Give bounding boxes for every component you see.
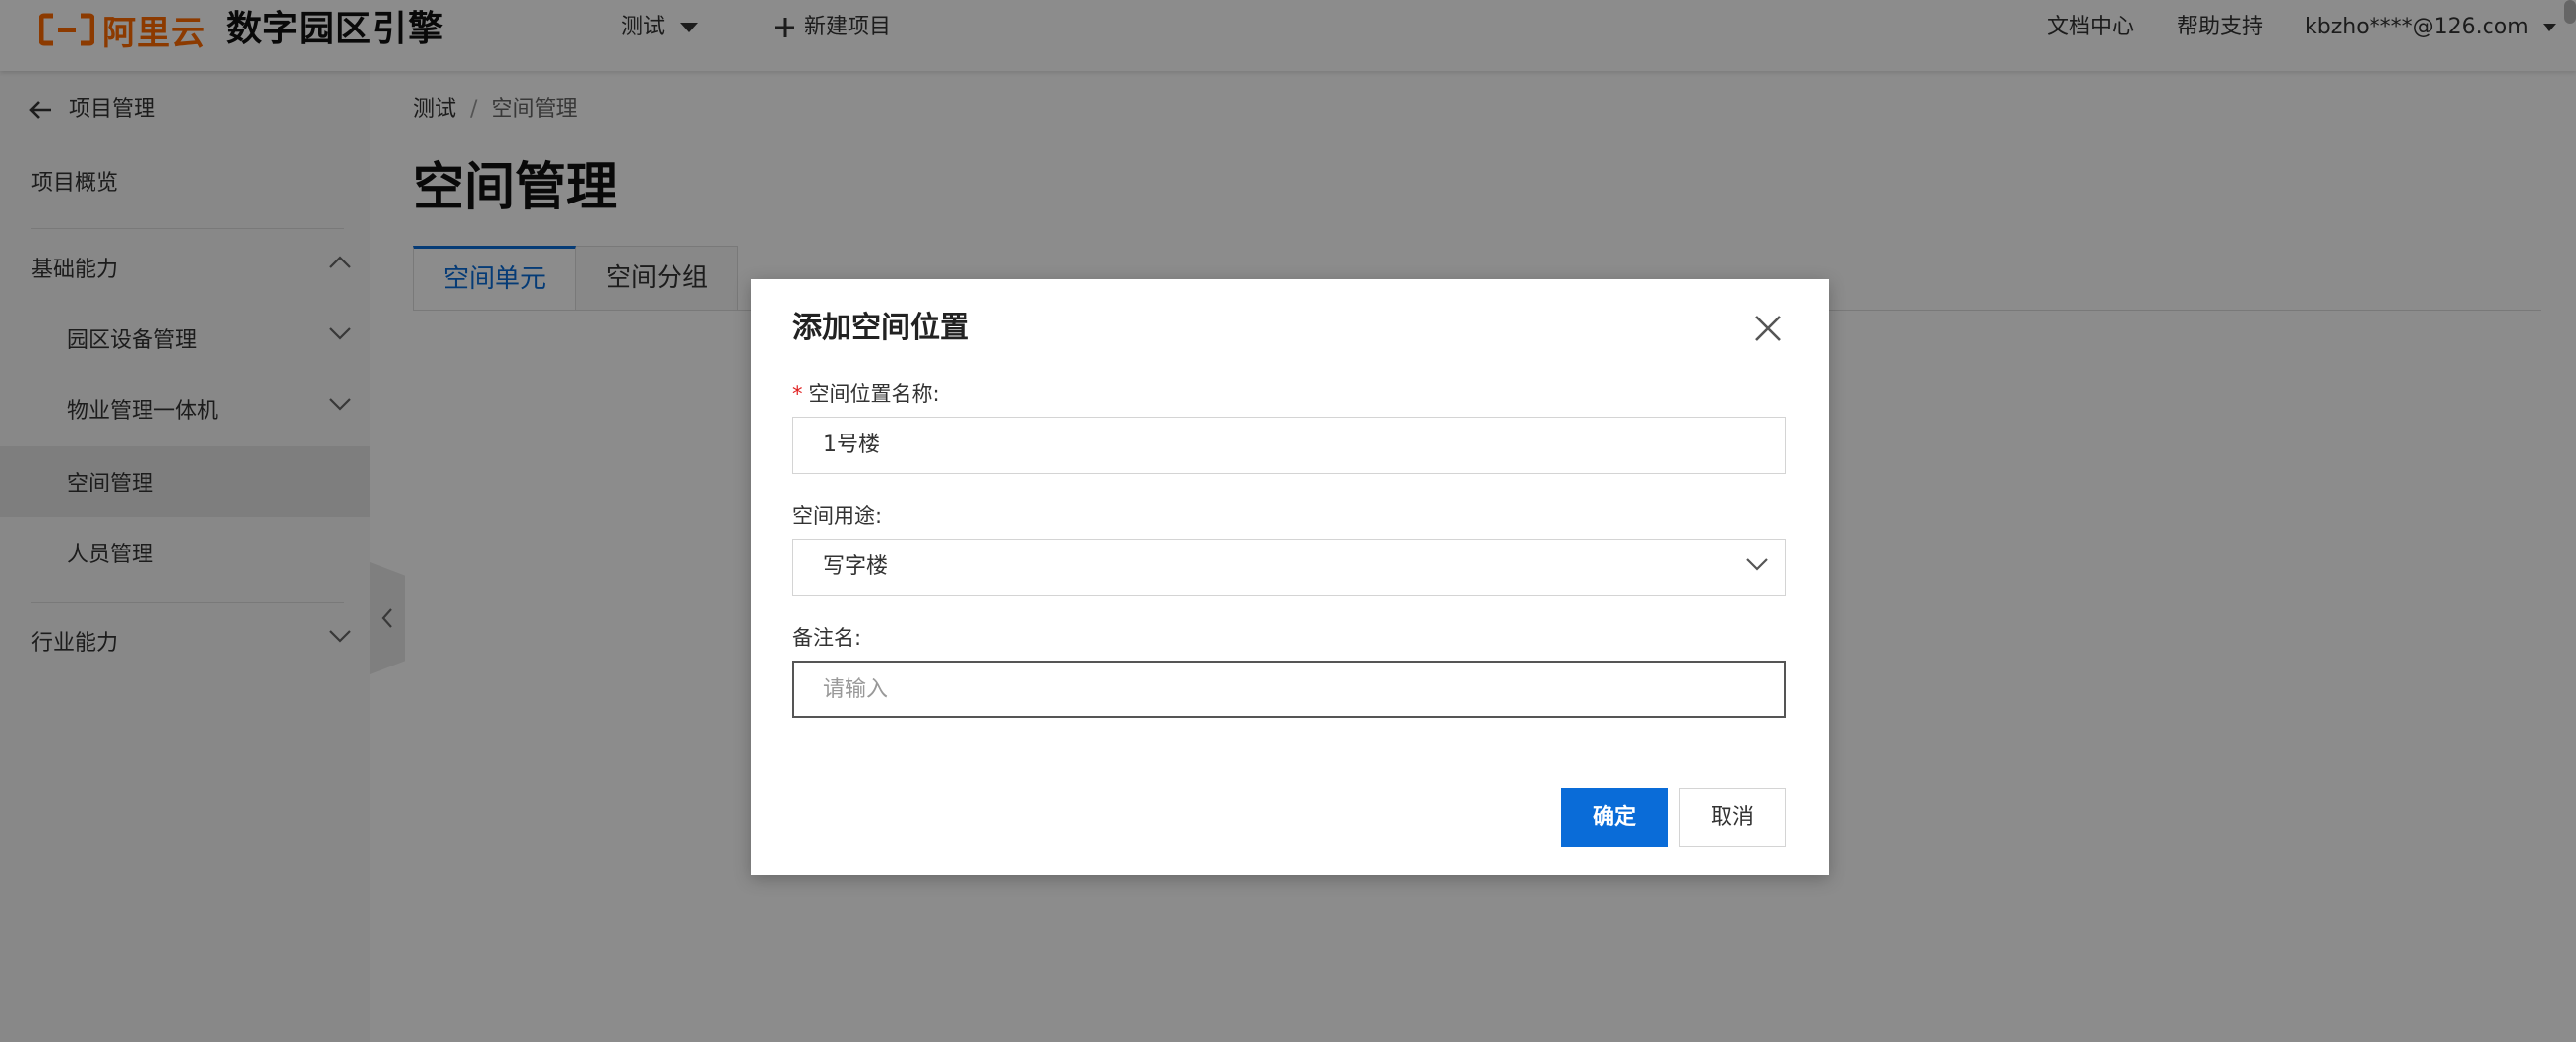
space-name-input[interactable]: 1号楼 (792, 417, 1786, 474)
dialog-title: 添加空间位置 (792, 311, 969, 345)
space-usage-select[interactable]: 写字楼 (792, 539, 1786, 596)
add-space-dialog: 添加空间位置 *空间位置名称: 1号楼 空间用途: 写字楼 备注名: 确定 取消 (751, 279, 1829, 875)
remark-input[interactable] (792, 661, 1786, 718)
close-icon[interactable] (1752, 313, 1784, 344)
cancel-button[interactable]: 取消 (1679, 788, 1786, 847)
space-name-label: * 空间位置名称: (792, 379, 940, 409)
remark-label: 备注名: (792, 626, 862, 650)
space-usage-label: 空间用途: (792, 504, 883, 528)
space-usage-value: 写字楼 (823, 554, 889, 579)
space-name-label-text: 空间位置名称: (808, 382, 940, 406)
required-mark: * (792, 382, 803, 406)
chevron-down-icon (1746, 558, 1768, 571)
confirm-button[interactable]: 确定 (1561, 788, 1668, 847)
